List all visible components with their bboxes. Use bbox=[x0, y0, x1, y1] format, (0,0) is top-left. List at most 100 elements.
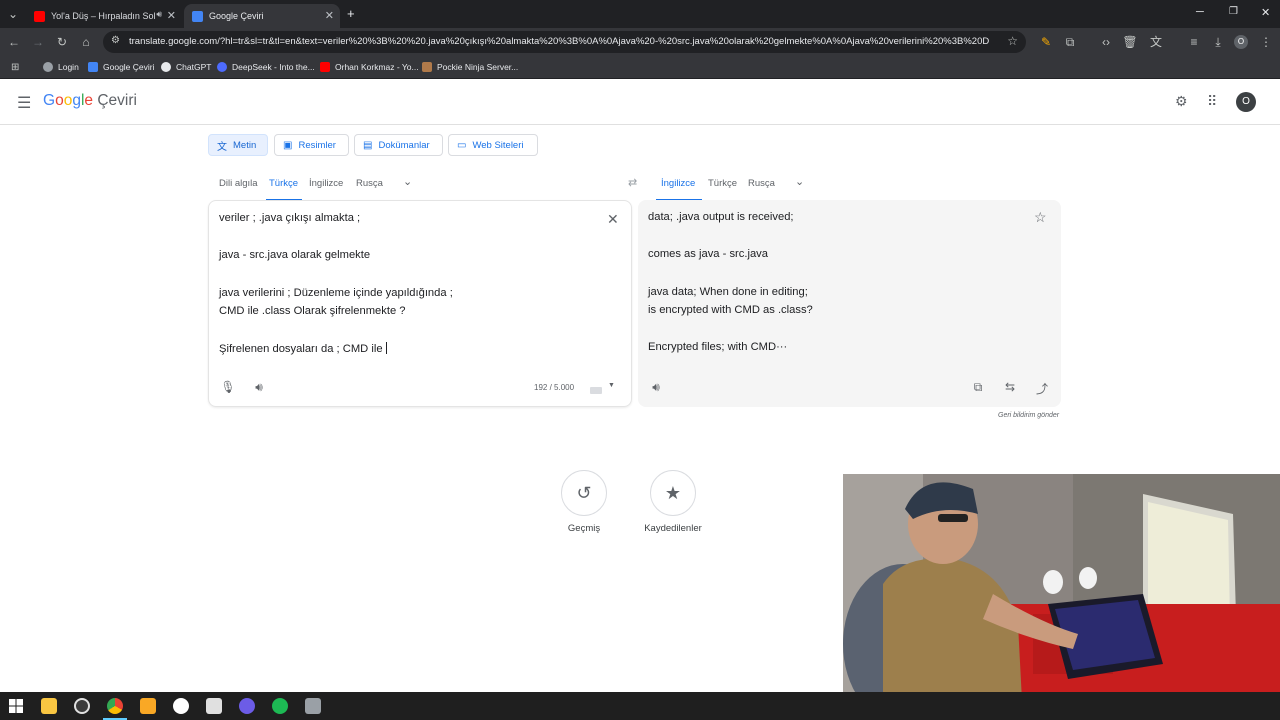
bookmarks-bar: ⊞ Login Google Çeviri ChatGPT DeepSeek -… bbox=[0, 56, 1280, 79]
apps-grid-icon[interactable]: ⠿ bbox=[1207, 93, 1217, 110]
trash-icon[interactable]: 🗑︎ bbox=[1122, 34, 1138, 50]
microphone-icon[interactable]: 🎙︎ bbox=[220, 380, 236, 394]
bookmark-google-translate[interactable]: Google Çeviri bbox=[88, 60, 155, 74]
profile-avatar[interactable]: O bbox=[1234, 35, 1248, 49]
logo-word: Google bbox=[43, 92, 93, 109]
swap-languages-icon[interactable]: ⇄ bbox=[628, 176, 637, 189]
send-feedback-link[interactable]: Geri bildirim gönder bbox=[998, 412, 1059, 419]
app-icon[interactable] bbox=[173, 698, 189, 714]
more-source-langs-chevron-icon[interactable]: ⌄ bbox=[403, 175, 412, 188]
apps-grid-icon[interactable]: ⊞ bbox=[11, 60, 19, 74]
restore-button[interactable]: ❐ bbox=[1229, 6, 1238, 17]
pockie-ninja-icon bbox=[422, 62, 432, 72]
app-icon[interactable] bbox=[272, 698, 288, 714]
youtube-icon bbox=[34, 10, 45, 22]
saved-button[interactable]: ★ bbox=[650, 470, 696, 516]
devtools-icon[interactable]: ‹› bbox=[1098, 34, 1114, 50]
minimize-button[interactable]: ─ bbox=[1196, 6, 1204, 18]
source-text-area[interactable]: veriler ; .java çıkışı almakta ; java - … bbox=[208, 200, 632, 407]
app-icon[interactable] bbox=[239, 698, 255, 714]
bookmark-deepseek[interactable]: DeepSeek - Into the... bbox=[217, 60, 315, 74]
target-line: comes as java - src.java bbox=[648, 248, 768, 260]
logo-suffix: Çeviri bbox=[97, 92, 137, 109]
target-line: java data; When done in editing; bbox=[648, 286, 808, 298]
source-line: java verilerini ; Düzenleme içinde yapıl… bbox=[219, 287, 453, 299]
reload-icon[interactable]: ↻ bbox=[54, 34, 70, 50]
chrome-icon[interactable] bbox=[107, 698, 123, 714]
close-icon[interactable]: ✕ bbox=[325, 9, 334, 22]
file-explorer-icon[interactable] bbox=[41, 698, 57, 714]
extensions-puzzle-icon[interactable]: ⧉ bbox=[1062, 34, 1078, 50]
translation-output: data; .java output is received; comes as… bbox=[638, 200, 1061, 407]
keyboard-icon[interactable] bbox=[590, 387, 602, 394]
listen-speaker-icon[interactable]: 🔊︎ bbox=[251, 380, 267, 395]
bookmark-pockie-ninja[interactable]: Pockie Ninja Server... bbox=[422, 60, 518, 74]
translate-icon[interactable]: 文 bbox=[1148, 34, 1164, 50]
globe-icon bbox=[43, 62, 53, 72]
close-window-button[interactable]: ✕ bbox=[1261, 6, 1270, 19]
download-icon[interactable]: ⤓ bbox=[1210, 34, 1226, 50]
logo-letter: o bbox=[55, 92, 64, 109]
back-icon[interactable]: ← bbox=[6, 34, 22, 50]
bookmark-star-icon[interactable]: ☆ bbox=[1007, 34, 1018, 48]
settings-gear-icon[interactable]: ⚙︎ bbox=[1175, 93, 1188, 110]
target-lang-english[interactable]: İngilizce bbox=[661, 178, 695, 189]
avatar[interactable]: O bbox=[1236, 92, 1256, 112]
app-icon[interactable] bbox=[140, 698, 156, 714]
app-header: ☰ Google Çeviri ⚙︎ ⠿ O bbox=[0, 79, 1280, 125]
source-lang-turkish[interactable]: Türkçe bbox=[269, 178, 298, 189]
reading-list-icon[interactable]: ≡ bbox=[1186, 34, 1202, 50]
source-lang-russian[interactable]: Rusça bbox=[356, 178, 383, 189]
source-lang-detect[interactable]: Dili algıla bbox=[219, 178, 258, 189]
source-lang-english[interactable]: İngilizce bbox=[309, 178, 343, 189]
source-line: java - src.java olarak gelmekte bbox=[219, 249, 371, 261]
mode-images-button[interactable]: ▣ Resimler bbox=[274, 134, 349, 156]
extension-icon[interactable]: ✎ bbox=[1038, 34, 1054, 50]
tab-strip: ⌄ Yol'a Düş – Hırpaladın Sol Y 🔊︎ ✕ Goog… bbox=[0, 0, 1280, 28]
address-bar[interactable]: ⚙︎ translate.google.com/?hl=tr&sl=tr&tl=… bbox=[103, 31, 1026, 53]
target-lang-russian[interactable]: Rusça bbox=[748, 178, 775, 189]
clear-text-close-icon[interactable]: ✕ bbox=[607, 211, 619, 228]
mode-documents-button[interactable]: ▤ Dokümanlar bbox=[354, 134, 443, 156]
app-logo[interactable]: Google Çeviri bbox=[43, 92, 137, 110]
more-target-langs-chevron-icon[interactable]: ⌄ bbox=[795, 175, 804, 188]
app-icon[interactable] bbox=[305, 698, 321, 714]
target-line: is encrypted with CMD as .class? bbox=[648, 304, 813, 316]
keyboard-dropdown-chevron-icon[interactable]: ▼ bbox=[608, 382, 615, 389]
target-lang-turkish[interactable]: Türkçe bbox=[708, 178, 737, 189]
tab-search-icon[interactable]: ⌄ bbox=[5, 6, 21, 22]
webcam-overlay bbox=[843, 474, 1280, 720]
new-tab-button[interactable]: + bbox=[347, 6, 355, 21]
share-icon[interactable]: ⤴ bbox=[1034, 380, 1050, 397]
tab-youtube[interactable]: Yol'a Düş – Hırpaladın Sol Y 🔊︎ ✕ bbox=[26, 4, 182, 28]
close-icon[interactable]: ✕ bbox=[167, 9, 176, 22]
site-info-icon[interactable]: ⚙︎ bbox=[111, 35, 120, 46]
bookmark-chatgpt[interactable]: ChatGPT bbox=[161, 60, 211, 74]
app-icon[interactable] bbox=[206, 698, 222, 714]
logo-letter: g bbox=[72, 92, 81, 109]
save-translation-star-icon[interactable]: ☆ bbox=[1034, 209, 1047, 226]
tab-google-translate[interactable]: Google Çeviri ✕ bbox=[184, 4, 340, 28]
rate-translation-icon[interactable]: ⇆ bbox=[1002, 380, 1018, 394]
menu-dots-icon[interactable]: ⋮ bbox=[1258, 34, 1274, 50]
saved-label: Kaydedilenler bbox=[644, 523, 702, 534]
listen-speaker-icon[interactable]: 🔊︎ bbox=[648, 380, 664, 395]
history-button[interactable]: ↺ bbox=[561, 470, 607, 516]
speaker-icon[interactable]: 🔊︎ bbox=[156, 9, 162, 20]
bookmark-login[interactable]: Login bbox=[43, 60, 79, 74]
mode-text-button[interactable]: 文 Metin bbox=[208, 134, 268, 156]
copy-icon[interactable]: ⧉ bbox=[970, 380, 986, 395]
source-line: Şifrelenen dosyaları da ; CMD ile bbox=[219, 342, 387, 355]
main-menu-icon[interactable]: ☰ bbox=[17, 93, 31, 113]
source-line: CMD ile .class Olarak şifrelenmekte ? bbox=[219, 305, 406, 317]
url-text[interactable]: translate.google.com/?hl=tr&sl=tr&tl=en&… bbox=[129, 31, 989, 53]
history-label: Geçmiş bbox=[567, 523, 601, 534]
windows-start-icon[interactable] bbox=[8, 698, 24, 714]
obs-icon[interactable] bbox=[74, 698, 90, 714]
mode-websites-button[interactable]: ▭ Web Siteleri bbox=[448, 134, 538, 156]
deepseek-icon bbox=[217, 62, 227, 72]
home-icon[interactable]: ⌂ bbox=[78, 34, 94, 50]
forward-icon[interactable]: → bbox=[30, 34, 46, 50]
bookmark-youtube[interactable]: Orhan Korkmaz - Yo... bbox=[320, 60, 419, 74]
source-line: veriler ; .java çıkışı almakta ; bbox=[219, 212, 361, 224]
